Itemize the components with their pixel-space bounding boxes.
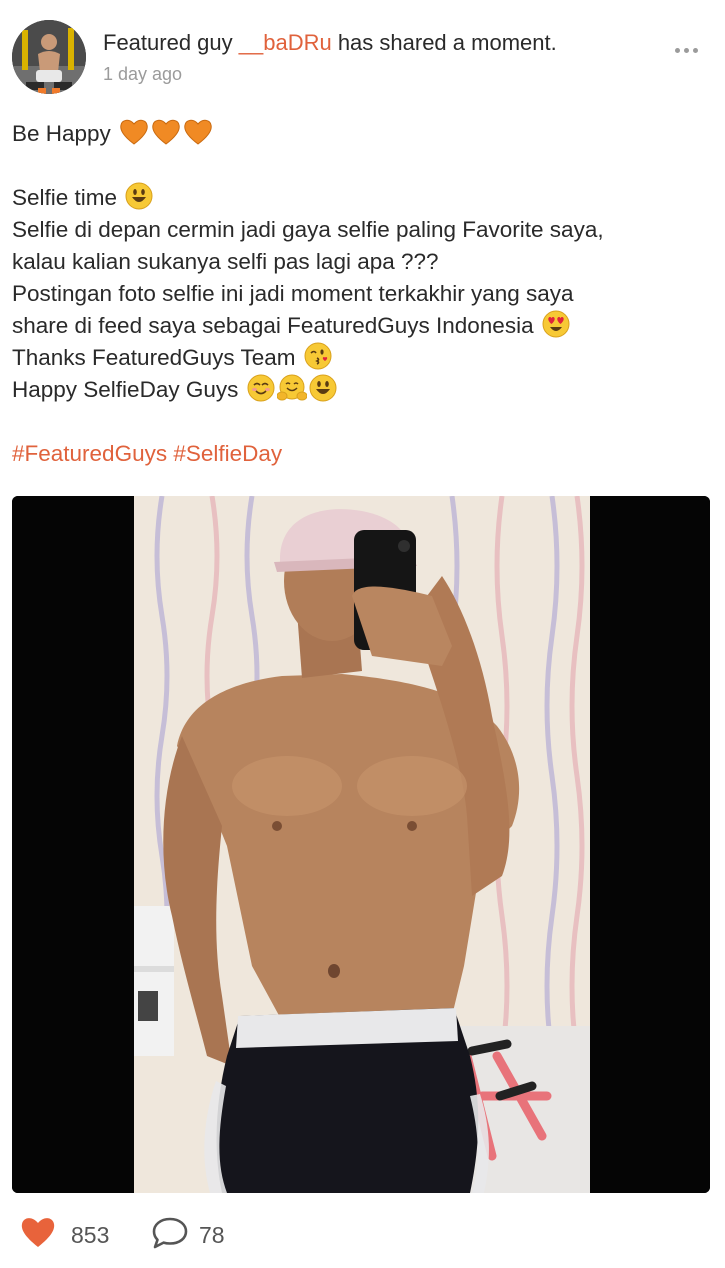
headline-prefix: Featured guy [103,30,239,55]
hashtag-link[interactable]: #FeaturedGuys [12,441,167,466]
caption-line: Selfie time [12,182,712,214]
blush-emoji [247,374,275,411]
caption-text: Be Happy [12,121,111,146]
caption-line: Be Happy [12,118,712,150]
comment-count: 78 [199,1222,225,1248]
caption-line: Happy SelfieDay Guys [12,374,712,406]
username-link[interactable]: __baDRu [239,30,332,55]
post-header: Featured guy __baDRu has shared a moment… [12,20,713,98]
post-photo[interactable] [12,496,710,1193]
comment-bubble-icon[interactable] [151,1216,189,1255]
like-heart-icon[interactable] [20,1215,56,1254]
orange-heart-emoji [119,118,149,155]
caption-line: Postingan foto selfie ini jadi moment te… [12,281,574,306]
like-count: 853 [71,1222,110,1248]
caption-line: kalau kalian sukanya selfi pas lagi apa … [12,249,439,274]
caption-text: Thanks FeaturedGuys Team [12,345,296,370]
more-options-icon[interactable] [675,38,703,62]
hug-emoji [276,374,308,411]
post-timestamp: 1 day ago [103,64,183,84]
orange-heart-emoji [183,118,213,155]
caption-line: Thanks FeaturedGuys Team [12,342,712,374]
post-headline: Featured guy __baDRu has shared a moment… [103,30,557,56]
caption-text: share di feed saya sebagai FeaturedGuys … [12,313,534,338]
post-caption: Be Happy Selfie time Selfie di depan cer… [12,118,712,470]
headline-suffix: has shared a moment. [331,30,557,55]
caption-text: Happy SelfieDay Guys [12,377,239,402]
caption-line: Selfie di depan cermin jadi gaya selfie … [12,217,604,242]
caption-text: Selfie time [12,185,118,210]
hashtag-link[interactable]: #SelfieDay [173,441,282,466]
hashtags: #FeaturedGuys #SelfieDay [12,438,712,470]
smiley-emoji [309,374,337,411]
orange-heart-emoji [151,118,181,155]
post-actions: 853 78 [20,1215,320,1255]
caption-line: share di feed saya sebagai FeaturedGuys … [12,310,712,342]
heart-eyes-emoji [542,310,570,347]
avatar[interactable] [12,20,86,94]
